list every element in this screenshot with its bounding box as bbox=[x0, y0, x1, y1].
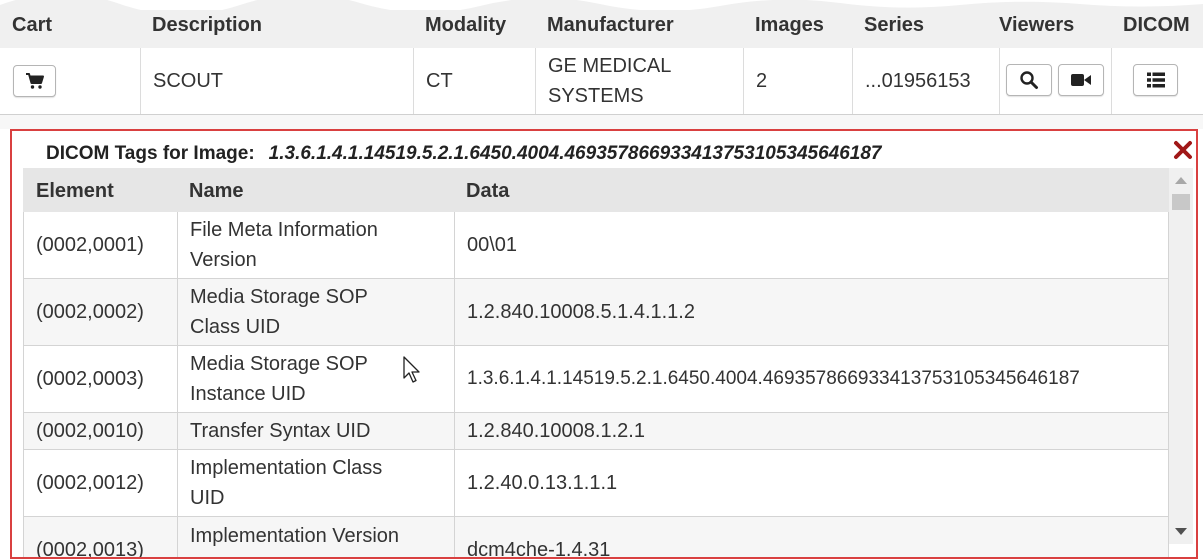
row-name-line: Class UID bbox=[190, 316, 281, 338]
row-name-line: UID bbox=[190, 487, 225, 509]
column-data: Data bbox=[466, 180, 510, 202]
column-divider bbox=[413, 48, 414, 114]
column-divider bbox=[999, 48, 1000, 114]
row-element: (0002,0003) bbox=[24, 346, 178, 412]
search-viewer-button[interactable] bbox=[1006, 64, 1052, 96]
column-divider bbox=[535, 48, 536, 114]
series-description: SCOUT bbox=[153, 70, 223, 92]
table-row: (0002,0013) Implementation Version dcm4c… bbox=[23, 517, 1169, 559]
row-name-line: Media Storage SOP bbox=[190, 353, 368, 375]
row-name-line: Implementation Version bbox=[190, 525, 400, 547]
shopping-cart-icon bbox=[25, 73, 44, 89]
row-data: dcm4che-1.4.31 bbox=[467, 539, 611, 559]
manufacturer-line: SYSTEMS bbox=[548, 85, 644, 107]
series-modality: CT bbox=[426, 70, 453, 92]
row-data: 00\01 bbox=[467, 234, 518, 256]
header-images: Images bbox=[755, 14, 824, 36]
image-uid: 1.3.6.1.4.1.14519.5.2.1.6450.4004.469357… bbox=[268, 143, 882, 164]
header-modality: Modality bbox=[425, 14, 507, 36]
scrollbar-thumb[interactable] bbox=[1172, 194, 1190, 210]
column-divider bbox=[743, 48, 744, 114]
row-data: 1.2.840.10008.5.1.4.1.1.2 bbox=[467, 301, 695, 323]
table-row: (0002,0010) Transfer Syntax UID 1.2.840.… bbox=[23, 413, 1169, 450]
close-icon[interactable] bbox=[1173, 140, 1193, 160]
row-element: (0002,0010) bbox=[24, 413, 178, 449]
header-viewers: Viewers bbox=[999, 14, 1075, 36]
search-icon bbox=[1020, 71, 1038, 89]
series-uid: ...01956153 bbox=[865, 70, 971, 92]
scroll-up-arrow-icon[interactable] bbox=[1175, 177, 1187, 184]
column-divider bbox=[852, 48, 853, 114]
section-gap bbox=[0, 115, 1203, 129]
column-divider bbox=[140, 48, 141, 114]
row-name: Media Storage SOP Class UID bbox=[178, 279, 455, 345]
video-viewer-button[interactable] bbox=[1058, 64, 1104, 96]
tags-table-header: Element Name Data bbox=[23, 168, 1169, 212]
column-element: Element bbox=[36, 180, 114, 202]
column-divider bbox=[1111, 48, 1112, 114]
row-name-line: Version bbox=[190, 249, 257, 271]
row-name: File Meta Information Version bbox=[178, 212, 455, 278]
dicom-tags-button[interactable] bbox=[1133, 64, 1178, 96]
row-name: Implementation Class UID bbox=[178, 450, 455, 516]
row-name: Transfer Syntax UID bbox=[178, 413, 455, 449]
row-data: 1.3.6.1.4.1.14519.5.2.1.6450.4004.469357… bbox=[467, 368, 1080, 389]
row-data: 1.2.840.10008.1.2.1 bbox=[467, 420, 645, 442]
series-row: SCOUT CT GE MEDICAL SYSTEMS 2 ...0195615… bbox=[0, 48, 1203, 115]
row-element: (0002,0001) bbox=[24, 212, 178, 278]
header-cart: Cart bbox=[12, 14, 53, 36]
header-series: Series bbox=[864, 14, 925, 36]
header-description: Description bbox=[152, 14, 263, 36]
series-manufacturer: GE MEDICAL SYSTEMS bbox=[548, 51, 671, 111]
series-images-count: 2 bbox=[756, 70, 768, 92]
table-row: (0002,0003) Media Storage SOP Instance UI… bbox=[23, 346, 1169, 413]
series-table-header: Cart Description Modality Manufacturer I… bbox=[0, 0, 1203, 49]
dicom-tags-panel: DICOM Tags for Image: 1.3.6.1.4.1.14519.5… bbox=[10, 129, 1198, 559]
row-name-line: Media Storage SOP bbox=[190, 286, 368, 308]
header-dicom: DICOM bbox=[1123, 14, 1190, 36]
row-name-line: Implementation Class bbox=[190, 457, 383, 479]
manufacturer-line: GE MEDICAL bbox=[548, 55, 672, 77]
row-element: (0002,0012) bbox=[24, 450, 178, 516]
row-name-line: Instance UID bbox=[190, 383, 306, 405]
dicom-tags-table: Element Name Data (0002,0001) File Meta … bbox=[23, 168, 1169, 559]
table-row: (0002,0002) Media Storage SOP Class UID 1… bbox=[23, 279, 1169, 346]
row-name-line: File Meta Information bbox=[190, 219, 378, 241]
row-data: 1.2.40.0.13.1.1.1 bbox=[467, 472, 618, 494]
panel-title-label: DICOM Tags for Image: bbox=[46, 143, 255, 164]
table-row: (0002,0001) File Meta Information Version… bbox=[23, 212, 1169, 279]
tags-scrollbar[interactable] bbox=[1169, 168, 1193, 544]
row-name: Implementation Version bbox=[178, 517, 455, 557]
panel-title: DICOM Tags for Image: 1.3.6.1.4.1.14519.5… bbox=[46, 143, 882, 165]
row-element: (0002,0013) bbox=[24, 517, 178, 557]
list-icon bbox=[1146, 72, 1165, 88]
mouse-cursor-icon bbox=[403, 356, 420, 383]
row-element: (0002,0002) bbox=[24, 279, 178, 345]
table-row: (0002,0012) Implementation Class UID 1.2.… bbox=[23, 450, 1169, 517]
torn-edge-decoration bbox=[0, 0, 1203, 10]
add-to-cart-button[interactable] bbox=[13, 65, 56, 97]
scroll-down-arrow-icon[interactable] bbox=[1175, 528, 1187, 535]
column-name: Name bbox=[189, 180, 244, 202]
video-camera-icon bbox=[1071, 74, 1091, 86]
row-name-line: Transfer Syntax UID bbox=[190, 420, 371, 442]
header-manufacturer: Manufacturer bbox=[547, 14, 674, 36]
